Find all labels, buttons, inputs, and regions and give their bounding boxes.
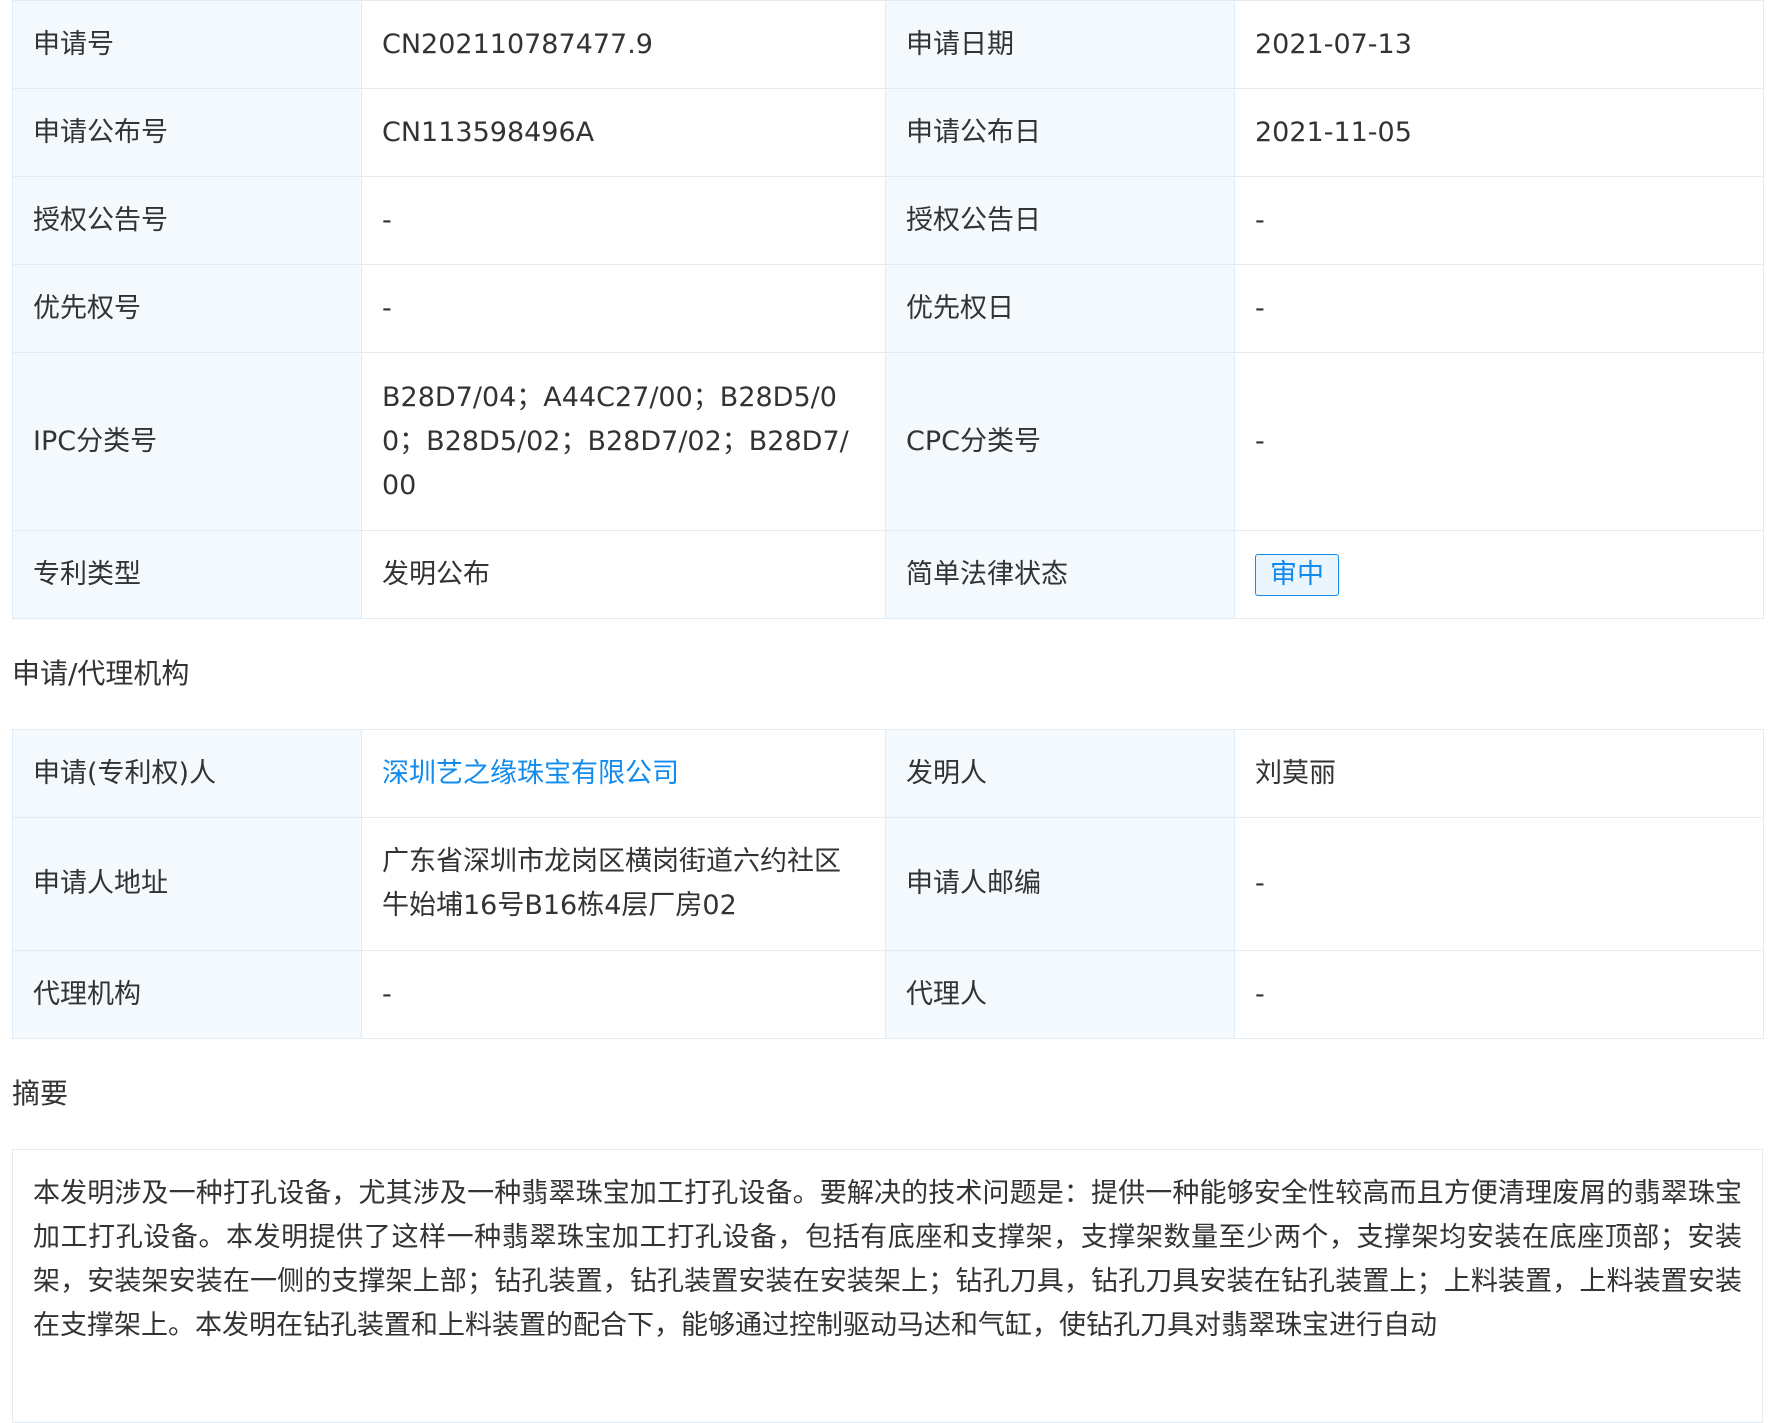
abstract-title: 摘要: [12, 1077, 69, 1110]
cpc-class-value: -: [1234, 352, 1764, 531]
cpc-class-label: CPC分类号: [885, 352, 1235, 531]
table-row: 申请公布号 CN113598496A 申请公布日 2021-11-05: [12, 88, 1764, 177]
inventor-label: 发明人: [885, 729, 1235, 818]
applicant-section-title: 申请/代理机构: [12, 657, 190, 690]
grant-date-label: 授权公告日: [885, 176, 1235, 265]
applicant-link[interactable]: 深圳艺之缘珠宝有限公司: [382, 758, 679, 789]
publication-number-label: 申请公布号: [12, 88, 362, 177]
table-row: 申请人地址 广东省深圳市龙岗区横岗街道六约社区牛始埔16号B16栋4层厂房02 …: [12, 817, 1764, 951]
application-number-label: 申请号: [12, 0, 362, 89]
agent-label: 代理人: [885, 950, 1235, 1039]
publication-date-value: 2021-11-05: [1234, 88, 1764, 177]
applicant-label: 申请(专利权)人: [12, 729, 362, 818]
agent-value: -: [1234, 950, 1764, 1039]
priority-number-label: 优先权号: [12, 264, 362, 353]
abstract-box: 本发明涉及一种打孔设备，尤其涉及一种翡翠珠宝加工打孔设备。要解决的技术问题是：提…: [12, 1149, 1763, 1423]
table-row: 申请号 CN202110787477.9 申请日期 2021-07-13: [12, 0, 1764, 89]
application-date-label: 申请日期: [885, 0, 1235, 89]
applicant-address-label: 申请人地址: [12, 817, 362, 951]
legal-status-cell: 审中: [1234, 530, 1764, 619]
applicant-address-value: 广东省深圳市龙岗区横岗街道六约社区牛始埔16号B16栋4层厂房02: [361, 817, 886, 951]
table-row: 授权公告号 - 授权公告日 -: [12, 176, 1764, 265]
publication-number-value: CN113598496A: [361, 88, 886, 177]
patent-type-value: 发明公布: [361, 530, 886, 619]
applicant-zip-value: -: [1234, 817, 1764, 951]
applicant-value-cell: 深圳艺之缘珠宝有限公司: [361, 729, 886, 818]
patent-detail-panel: 申请号 CN202110787477.9 申请日期 2021-07-13 申请公…: [12, 0, 1764, 1423]
legal-status-label: 简单法律状态: [885, 530, 1235, 619]
table-row: 专利类型 发明公布 简单法律状态 审中: [12, 530, 1764, 619]
applicant-info-table: 申请(专利权)人 深圳艺之缘珠宝有限公司 发明人 刘莫丽 申请人地址 广东省深圳…: [12, 729, 1764, 1039]
priority-date-value: -: [1234, 264, 1764, 353]
publication-date-label: 申请公布日: [885, 88, 1235, 177]
ipc-class-value: B28D7/04；A44C27/00；B28D5/00；B28D5/02；B28…: [361, 352, 886, 531]
application-date-value: 2021-07-13: [1234, 0, 1764, 89]
table-row: IPC分类号 B28D7/04；A44C27/00；B28D5/00；B28D5…: [12, 352, 1764, 531]
ipc-class-label: IPC分类号: [12, 352, 362, 531]
application-number-value: CN202110787477.9: [361, 0, 886, 89]
abstract-text: 本发明涉及一种打孔设备，尤其涉及一种翡翠珠宝加工打孔设备。要解决的技术问题是：提…: [33, 1178, 1742, 1341]
priority-date-label: 优先权日: [885, 264, 1235, 353]
agency-value: -: [361, 950, 886, 1039]
grant-number-label: 授权公告号: [12, 176, 362, 265]
table-row: 优先权号 - 优先权日 -: [12, 264, 1764, 353]
grant-number-value: -: [361, 176, 886, 265]
inventor-value: 刘莫丽: [1234, 729, 1764, 818]
patent-type-label: 专利类型: [12, 530, 362, 619]
applicant-zip-label: 申请人邮编: [885, 817, 1235, 951]
priority-number-value: -: [361, 264, 886, 353]
table-row: 代理机构 - 代理人 -: [12, 950, 1764, 1039]
legal-status-badge[interactable]: 审中: [1255, 553, 1339, 596]
grant-date-value: -: [1234, 176, 1764, 265]
agency-label: 代理机构: [12, 950, 362, 1039]
basic-info-table: 申请号 CN202110787477.9 申请日期 2021-07-13 申请公…: [12, 0, 1764, 619]
table-row: 申请(专利权)人 深圳艺之缘珠宝有限公司 发明人 刘莫丽: [12, 729, 1764, 818]
